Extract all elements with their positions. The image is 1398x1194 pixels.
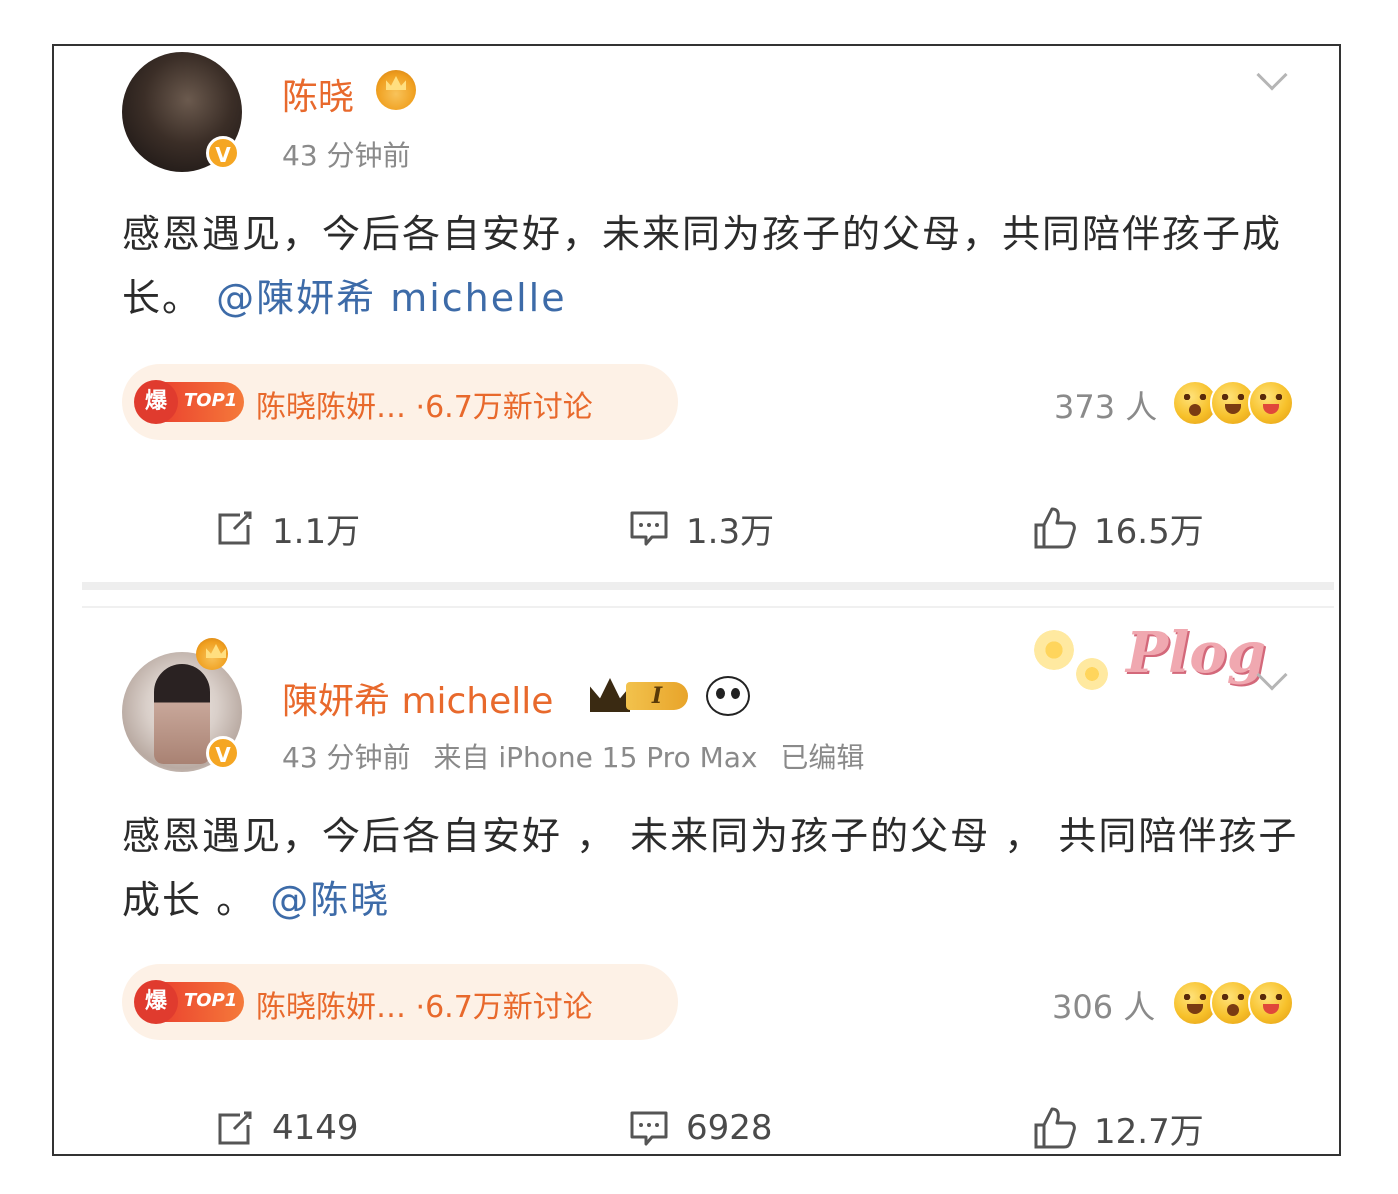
hot-topic-pill[interactable]: 爆 TOP1 陈晓陈妍… ·6.7万新讨论 (122, 364, 678, 440)
post-card: V 陳妍希 michelle I 43 分钟前 来自 iPhone 15 Pro… (54, 606, 1339, 1154)
vip-level-label: I (626, 682, 688, 710)
comment-icon (628, 507, 670, 549)
mention-link[interactable]: @陳妍希 michelle (216, 276, 567, 320)
reaction-count[interactable]: 306 人 (1052, 982, 1155, 1028)
author-name[interactable]: 陈晓 (282, 68, 354, 120)
action-bar: 4149 6928 12.7万 (54, 1098, 1339, 1154)
topic-discussion: ·6.7万新讨论 (415, 390, 593, 425)
crown-icon (376, 70, 416, 110)
comment-icon (628, 1107, 670, 1149)
reaction-count[interactable]: 373 人 (1054, 382, 1157, 428)
repost-count: 1.1万 (272, 511, 361, 552)
comment-count: 6928 (686, 1108, 773, 1148)
post-divider (82, 582, 1334, 590)
top-label: TOP1 (184, 390, 238, 411)
topic-text: 陈晓陈妍… ·6.7万新讨论 (256, 982, 593, 1026)
edited-label[interactable]: 已编辑 (780, 741, 864, 774)
chevron-down-icon[interactable] (1256, 59, 1288, 91)
topic-title: 陈晓陈妍… (256, 990, 406, 1025)
verified-badge-icon: V (206, 136, 240, 170)
top-label: TOP1 (184, 990, 238, 1011)
topic-discussion: ·6.7万新讨论 (415, 990, 593, 1025)
post-card: V 陈晓 43 分钟前 感恩遇见，今后各自安好，未来同为孩子的父母，共同陪伴孩子… (54, 46, 1339, 586)
flower-icon (1034, 630, 1074, 670)
plog-label: Plog (1126, 620, 1266, 686)
repost-icon (214, 1107, 256, 1149)
laugh-emoji-icon (1248, 380, 1294, 426)
author-name[interactable]: 陳妍希 michelle (282, 672, 553, 724)
laugh-emoji-icon (1248, 980, 1294, 1026)
panda-icon (706, 676, 750, 716)
fire-icon: 爆 (134, 980, 178, 1024)
weibo-feed: V 陈晓 43 分钟前 感恩遇见，今后各自安好，未来同为孩子的父母，共同陪伴孩子… (52, 44, 1341, 1156)
comment-count: 1.3万 (686, 511, 775, 552)
action-bar: 1.1万 1.3万 16.5万 (54, 498, 1339, 558)
like-button[interactable]: 16.5万 (1032, 498, 1204, 558)
like-count: 12.7万 (1094, 1111, 1204, 1152)
repost-button[interactable]: 1.1万 (214, 498, 360, 558)
topic-text: 陈晓陈妍… ·6.7万新讨论 (256, 382, 593, 426)
plog-sticker[interactable]: Plog (1026, 620, 1266, 720)
comment-button[interactable]: 1.3万 (628, 498, 774, 558)
comment-button[interactable]: 6928 (628, 1098, 773, 1154)
like-count: 16.5万 (1094, 511, 1204, 552)
post-text: 感恩遇见，今后各自安好 ， 未来同为孩子的父母 ， 共同陪伴孩子成长 。 @陈晓 (122, 814, 1299, 922)
repost-button[interactable]: 4149 (214, 1098, 359, 1154)
repost-count: 4149 (272, 1108, 359, 1148)
verified-badge-icon: V (206, 736, 240, 770)
post-meta: 43 分钟前 来自 iPhone 15 Pro Max 已编辑 (282, 736, 864, 776)
vip-level-badge[interactable]: I (590, 678, 690, 712)
post-time: 43 分钟前 (282, 139, 411, 172)
hot-topic-pill[interactable]: 爆 TOP1 陈晓陈妍… ·6.7万新讨论 (122, 964, 678, 1040)
avatar-crown-icon (196, 638, 228, 670)
top-rank-badge: 爆 TOP1 (134, 980, 244, 1024)
repost-icon (214, 507, 256, 549)
flower-icon (1076, 658, 1108, 690)
top-rank-badge: 爆 TOP1 (134, 380, 244, 424)
post-time: 43 分钟前 (282, 741, 411, 774)
fire-icon: 爆 (134, 380, 178, 424)
thumbs-up-icon (1032, 1105, 1078, 1151)
post-meta: 43 分钟前 (282, 134, 411, 174)
post-text: 感恩遇见，今后各自安好，未来同为孩子的父母，共同陪伴孩子成长。 @陳妍希 mic… (122, 212, 1283, 320)
topic-title: 陈晓陈妍… (256, 390, 406, 425)
mention-link[interactable]: @陈晓 (270, 878, 390, 922)
like-button[interactable]: 12.7万 (1032, 1098, 1204, 1154)
post-source[interactable]: 来自 iPhone 15 Pro Max (433, 741, 757, 774)
thumbs-up-icon (1032, 505, 1078, 551)
